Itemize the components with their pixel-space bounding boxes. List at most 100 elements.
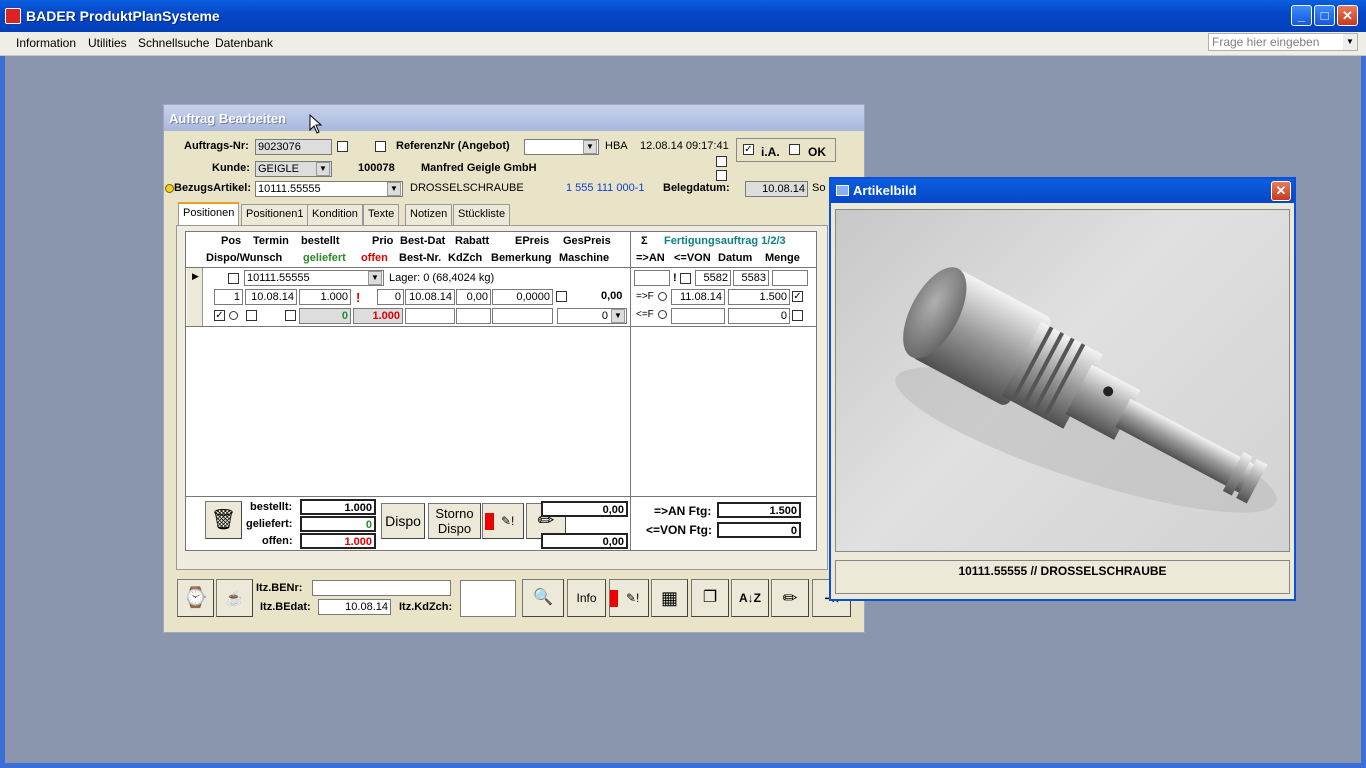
tab-positionen1[interactable]: Positionen1 [241,204,309,225]
row-dispo-checkbox[interactable]: ✓ [214,310,225,321]
row-fa1[interactable]: 5582 [695,270,731,286]
row-bemerkung[interactable] [492,308,553,324]
row-fa-field[interactable] [634,270,670,286]
kunde-name: Manfred Geigle GmbH [421,162,537,174]
kunde-label: Kunde: [212,162,250,174]
row-von-datum[interactable] [671,308,725,324]
bezug-select[interactable]: 10111.55555 [255,181,403,197]
app-title: BADER ProduktPlanSysteme [26,8,220,24]
info-button[interactable]: Info [567,579,606,617]
ok-checkbox[interactable] [789,144,800,155]
sort-az-icon[interactable]: A↓Z [731,579,769,617]
chevron-down-icon[interactable]: ▼ [611,309,625,323]
col-gespreis: GesPreis [563,235,611,247]
kdzch-field[interactable] [460,580,516,617]
row-artikel-select[interactable]: 10111.55555 [244,270,384,286]
row-an-radio[interactable] [658,292,667,301]
von-ftg-label: <=VON Ftg: [646,523,713,537]
tab-stueckliste[interactable]: Stückliste [453,204,511,225]
help-search-input[interactable]: Frage hier eingeben ▼ [1208,33,1358,51]
artikelbild-title: Artikelbild [831,179,1294,203]
row-an-checkbox[interactable]: ✓ [792,291,803,302]
an-ftg-value: 1.500 [717,502,801,518]
col-fertigungsauftrag: Fertigungsauftrag 1/2/3 [664,235,786,247]
header-divider [186,267,816,268]
watch-icon[interactable]: ⌚ [177,579,214,617]
row-rabatt[interactable]: 0,00 [456,289,491,305]
belegdatum-field[interactable]: 10.08.14 [745,181,808,197]
row-divider [186,326,816,327]
chevron-down-icon[interactable]: ▼ [387,182,401,196]
chevron-down-icon[interactable]: ▼ [316,162,330,176]
app-icon [5,8,21,24]
benr-field[interactable] [312,580,451,596]
row-liefer-checkbox[interactable] [285,310,296,321]
col-prio: Prio [372,235,394,247]
chevron-down-icon[interactable]: ▼ [1343,34,1357,50]
row-checkbox[interactable] [228,273,239,284]
referenz-label: ReferenzNr (Angebot) [396,140,510,152]
screw-image [895,267,1277,513]
flag-edit-button[interactable]: ✎! [482,503,524,539]
row-fa-checkbox[interactable] [680,273,691,284]
bedat-field[interactable]: 10.08.14 [318,599,391,615]
row-bestdat[interactable]: 10.08.14 [405,289,455,305]
ia-checkbox[interactable]: ✓ [743,144,754,155]
maximize-icon[interactable]: □ [1314,5,1335,26]
mug-icon[interactable]: ☕ [216,579,253,617]
row-kdzch[interactable] [456,308,491,324]
storno-dispo-button[interactable]: Storno Dispo [428,503,481,539]
menu-datenbank[interactable]: Datenbank [215,36,273,50]
auftrags-nr-field[interactable]: 9023076 [255,139,332,155]
row-von-checkbox[interactable] [792,310,803,321]
row-wunsch-checkbox[interactable] [246,310,257,321]
row-an-datum[interactable]: 11.08.14 [671,289,725,305]
row-an-menge[interactable]: 1.500 [728,289,790,305]
col-kdzch: KdZch [448,252,483,264]
dispo-button[interactable]: Dispo [381,503,425,539]
tab-notizen[interactable]: Notizen [405,204,453,225]
row-bestellt[interactable]: 1.000 [299,289,351,305]
row-von-menge[interactable]: 0 [728,308,790,324]
col-bestdat: Best-Dat [400,235,446,247]
row-dispo-radio[interactable] [229,311,238,320]
red-flag-icon [610,590,618,607]
row-pos[interactable]: 1 [214,289,243,305]
close-icon[interactable]: ✕ [1271,181,1291,201]
bezug-code: 1 555 111 000-1 [566,182,645,194]
row-fa3[interactable] [772,270,808,286]
trash-icon[interactable]: 🗑 [205,501,242,539]
chevron-down-icon[interactable]: ▼ [583,140,597,154]
benr-label: Itz.BENr: [256,582,303,594]
help-search-placeholder: Frage hier eingeben [1212,35,1320,49]
flag-edit-button-2[interactable]: ✎! [609,579,649,617]
menu-utilities[interactable]: Utilities [88,36,127,50]
row-selector[interactable]: ▶ [187,268,203,326]
windows-icon[interactable]: ❐ [691,579,729,617]
row-epreis[interactable]: 0,0000 [492,289,553,305]
row-prio[interactable]: 0 [377,289,404,305]
ok-label: OK [808,145,826,159]
menu-information[interactable]: Information [16,36,76,50]
tab-kondition[interactable]: Kondition [307,204,363,225]
referenz-checkbox[interactable] [375,141,386,152]
menu-schnellsuche[interactable]: Schnellsuche [138,36,209,50]
preview-icon[interactable]: 🔍 [522,579,564,617]
row-bestnr[interactable] [405,308,455,324]
sum-offen: 1.000 [300,533,376,549]
row-termin[interactable]: 10.08.14 [245,289,297,305]
chevron-down-icon[interactable]: ▼ [368,271,382,285]
menu-bar: Information Utilities Schnellsuche Daten… [0,32,1366,56]
row-von-radio[interactable] [658,310,667,319]
tab-texte[interactable]: Texte [363,204,400,225]
auftrags-checkbox[interactable] [337,141,348,152]
row-fa2[interactable]: 5583 [733,270,769,286]
extra-checkbox-1[interactable] [716,156,727,167]
minimize-icon[interactable]: _ [1291,5,1312,26]
calendar-icon[interactable]: ▦ [651,579,688,617]
row-price-checkbox[interactable] [556,291,567,302]
close-icon[interactable]: ✕ [1337,5,1358,26]
extra-checkbox-2[interactable] [716,170,727,181]
pencil-icon[interactable]: ✏ [771,579,809,617]
tab-positionen[interactable]: Positionen [178,202,240,225]
